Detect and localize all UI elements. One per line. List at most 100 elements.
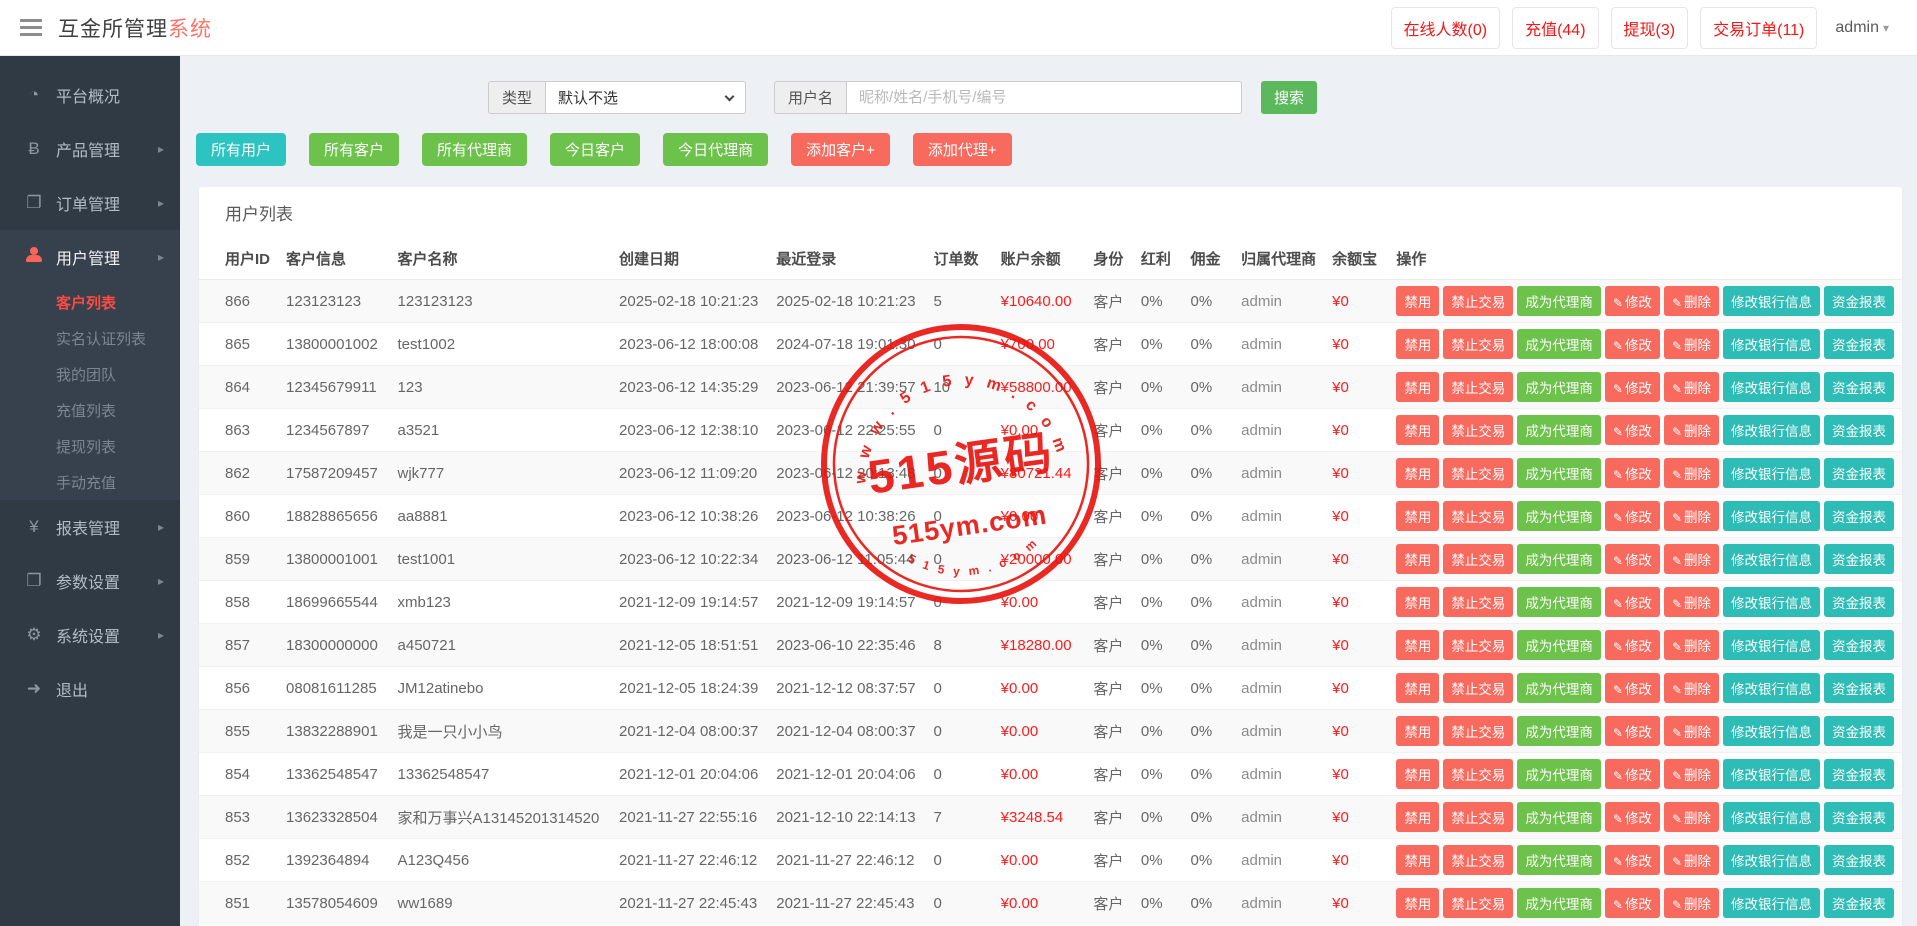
fund-report-button[interactable]: 资金报表: [1824, 630, 1894, 660]
edit-button[interactable]: ✎ 修改: [1604, 286, 1660, 316]
forbid-trade-button[interactable]: 禁止交易: [1443, 802, 1514, 832]
forbid-trade-button[interactable]: 禁止交易: [1443, 415, 1514, 445]
edit-button[interactable]: ✎ 修改: [1604, 673, 1660, 703]
admin-dropdown[interactable]: admin ▾: [1829, 11, 1895, 45]
sidebar-item-products[interactable]: Ƀ 产品管理 ▸: [0, 122, 180, 176]
delete-button[interactable]: ✎ 删除: [1663, 587, 1719, 617]
fund-report-button[interactable]: 资金报表: [1824, 329, 1894, 359]
forbid-trade-button[interactable]: 禁止交易: [1443, 716, 1514, 746]
sidebar-item-customer-list[interactable]: 客户列表: [0, 284, 180, 320]
edit-button[interactable]: ✎ 修改: [1604, 630, 1660, 660]
edit-button[interactable]: ✎ 修改: [1604, 544, 1660, 574]
delete-button[interactable]: ✎ 删除: [1663, 759, 1719, 789]
fund-report-button[interactable]: 资金报表: [1824, 802, 1894, 832]
header-link-withdraw[interactable]: 提现(3): [1610, 6, 1689, 49]
make-agent-button[interactable]: 成为代理商: [1517, 587, 1601, 617]
forbid-trade-button[interactable]: 禁止交易: [1443, 286, 1514, 316]
sidebar-item-overview[interactable]: ◔ 平台概况: [0, 68, 180, 122]
make-agent-button[interactable]: 成为代理商: [1517, 544, 1601, 574]
delete-button[interactable]: ✎ 删除: [1663, 630, 1719, 660]
edit-bank-button[interactable]: 修改银行信息: [1723, 329, 1820, 359]
sidebar-item-reports[interactable]: ¥ 报表管理 ▸: [0, 500, 180, 554]
make-agent-button[interactable]: 成为代理商: [1517, 630, 1601, 660]
disable-button[interactable]: 禁用: [1396, 802, 1440, 832]
all-agents-button[interactable]: 所有代理商: [422, 133, 528, 166]
delete-button[interactable]: ✎ 删除: [1663, 673, 1719, 703]
edit-bank-button[interactable]: 修改银行信息: [1723, 759, 1820, 789]
edit-button[interactable]: ✎ 修改: [1604, 372, 1660, 402]
forbid-trade-button[interactable]: 禁止交易: [1443, 372, 1514, 402]
sidebar-item-logout[interactable]: ➜ 退出: [0, 662, 180, 716]
fund-report-button[interactable]: 资金报表: [1824, 845, 1894, 875]
add-agent-button[interactable]: 添加代理+: [912, 133, 1012, 166]
edit-bank-button[interactable]: 修改银行信息: [1723, 673, 1820, 703]
delete-button[interactable]: ✎ 删除: [1663, 802, 1719, 832]
fund-report-button[interactable]: 资金报表: [1824, 888, 1894, 919]
disable-button[interactable]: 禁用: [1396, 845, 1440, 875]
sidebar-item-system[interactable]: ⚙ 系统设置 ▸: [0, 608, 180, 662]
sidebar-item-recharge-list[interactable]: 充值列表: [0, 392, 180, 428]
disable-button[interactable]: 禁用: [1396, 630, 1440, 660]
disable-button[interactable]: 禁用: [1396, 759, 1440, 789]
sidebar-item-my-team[interactable]: 我的团队: [0, 356, 180, 392]
make-agent-button[interactable]: 成为代理商: [1517, 415, 1601, 445]
edit-bank-button[interactable]: 修改银行信息: [1723, 630, 1820, 660]
forbid-trade-button[interactable]: 禁止交易: [1443, 759, 1514, 789]
edit-bank-button[interactable]: 修改银行信息: [1723, 802, 1820, 832]
header-link-online-users[interactable]: 在线人数(0): [1390, 6, 1501, 49]
fund-report-button[interactable]: 资金报表: [1824, 372, 1894, 402]
delete-button[interactable]: ✎ 删除: [1663, 845, 1719, 875]
delete-button[interactable]: ✎ 删除: [1663, 372, 1719, 402]
forbid-trade-button[interactable]: 禁止交易: [1443, 329, 1514, 359]
edit-bank-button[interactable]: 修改银行信息: [1723, 286, 1820, 316]
forbid-trade-button[interactable]: 禁止交易: [1443, 845, 1514, 875]
delete-button[interactable]: ✎ 删除: [1663, 544, 1719, 574]
disable-button[interactable]: 禁用: [1396, 544, 1440, 574]
fund-report-button[interactable]: 资金报表: [1824, 716, 1894, 746]
sidebar-item-realname-list[interactable]: 实名认证列表: [0, 320, 180, 356]
fund-report-button[interactable]: 资金报表: [1824, 673, 1894, 703]
make-agent-button[interactable]: 成为代理商: [1517, 458, 1601, 488]
disable-button[interactable]: 禁用: [1396, 286, 1440, 316]
delete-button[interactable]: ✎ 删除: [1663, 888, 1719, 919]
type-select[interactable]: 默认不选: [545, 81, 747, 114]
edit-button[interactable]: ✎ 修改: [1604, 587, 1660, 617]
edit-bank-button[interactable]: 修改银行信息: [1723, 845, 1820, 875]
today-customers-button[interactable]: 今日客户: [550, 133, 641, 166]
sidebar-item-users[interactable]: 用户管理 ▸: [0, 230, 180, 284]
edit-button[interactable]: ✎ 修改: [1604, 888, 1660, 919]
edit-bank-button[interactable]: 修改银行信息: [1723, 587, 1820, 617]
forbid-trade-button[interactable]: 禁止交易: [1443, 501, 1514, 531]
today-agents-button[interactable]: 今日代理商: [663, 133, 769, 166]
make-agent-button[interactable]: 成为代理商: [1517, 329, 1601, 359]
disable-button[interactable]: 禁用: [1396, 587, 1440, 617]
disable-button[interactable]: 禁用: [1396, 372, 1440, 402]
forbid-trade-button[interactable]: 禁止交易: [1443, 630, 1514, 660]
sidebar-item-params[interactable]: ❐ 参数设置 ▸: [0, 554, 180, 608]
delete-button[interactable]: ✎ 删除: [1663, 329, 1719, 359]
add-customer-button[interactable]: 添加客户+: [791, 133, 890, 166]
edit-bank-button[interactable]: 修改银行信息: [1723, 501, 1820, 531]
make-agent-button[interactable]: 成为代理商: [1517, 759, 1601, 789]
edit-button[interactable]: ✎ 修改: [1604, 501, 1660, 531]
forbid-trade-button[interactable]: 禁止交易: [1443, 458, 1514, 488]
edit-bank-button[interactable]: 修改银行信息: [1723, 458, 1820, 488]
disable-button[interactable]: 禁用: [1396, 501, 1440, 531]
delete-button[interactable]: ✎ 删除: [1663, 501, 1719, 531]
fund-report-button[interactable]: 资金报表: [1824, 286, 1894, 316]
edit-button[interactable]: ✎ 修改: [1604, 415, 1660, 445]
all-users-button[interactable]: 所有用户: [196, 133, 287, 166]
fund-report-button[interactable]: 资金报表: [1824, 501, 1894, 531]
edit-button[interactable]: ✎ 修改: [1604, 458, 1660, 488]
disable-button[interactable]: 禁用: [1396, 888, 1440, 919]
fund-report-button[interactable]: 资金报表: [1824, 587, 1894, 617]
all-customers-button[interactable]: 所有客户: [309, 133, 400, 166]
edit-button[interactable]: ✎ 修改: [1604, 845, 1660, 875]
delete-button[interactable]: ✎ 删除: [1663, 415, 1719, 445]
edit-button[interactable]: ✎ 修改: [1604, 802, 1660, 832]
forbid-trade-button[interactable]: 禁止交易: [1443, 544, 1514, 574]
delete-button[interactable]: ✎ 删除: [1663, 458, 1719, 488]
edit-button[interactable]: ✎ 修改: [1604, 759, 1660, 789]
make-agent-button[interactable]: 成为代理商: [1517, 501, 1601, 531]
make-agent-button[interactable]: 成为代理商: [1517, 372, 1601, 402]
